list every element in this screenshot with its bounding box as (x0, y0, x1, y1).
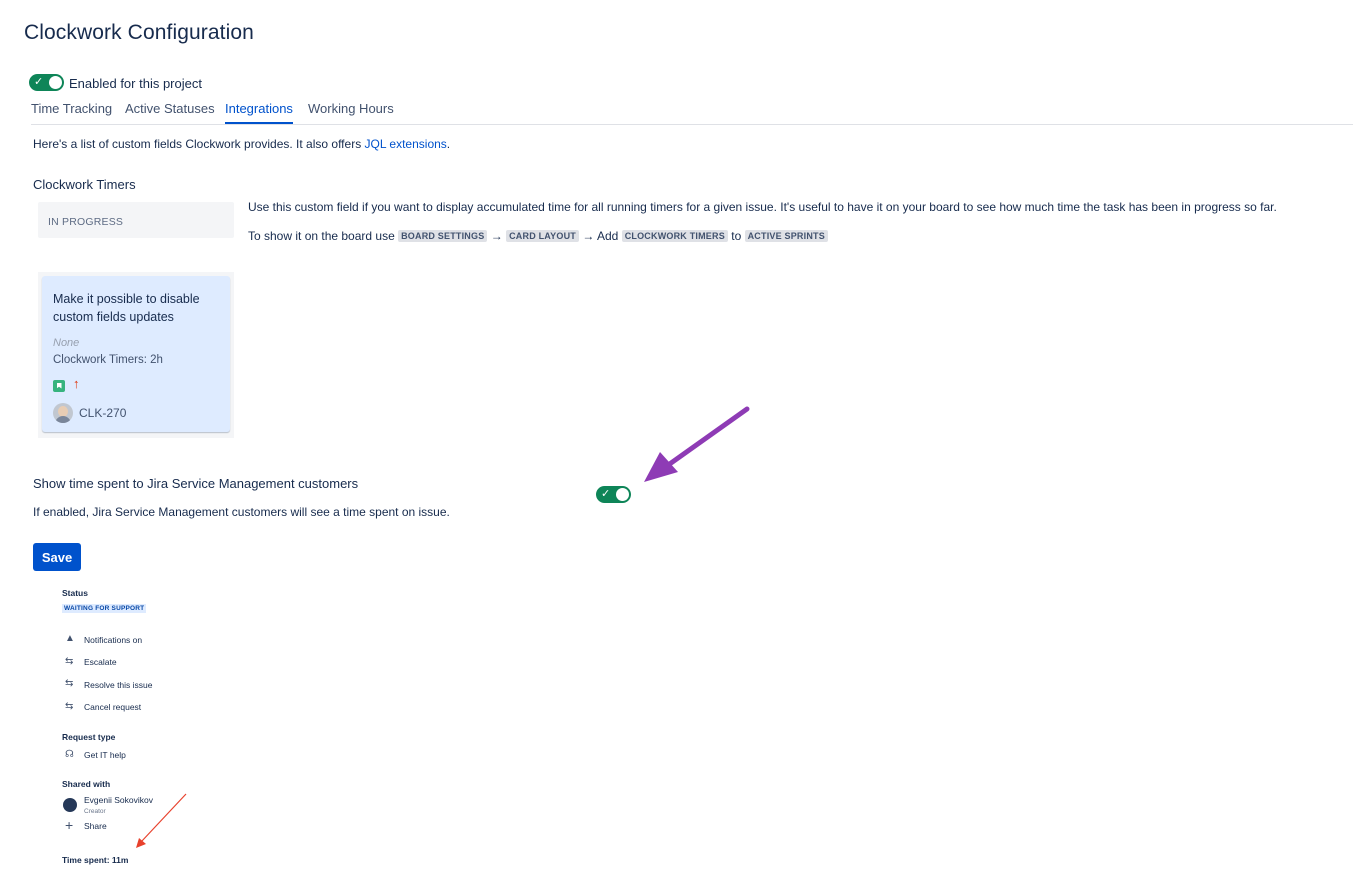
tab-time-tracking[interactable]: Time Tracking (31, 101, 112, 116)
intro-text: Here's a list of custom fields Clockwork… (33, 137, 451, 151)
jsm-time-spent-toggle[interactable]: ✓ (596, 486, 631, 503)
card-layout-lozenge: CARD LAYOUT (506, 230, 579, 242)
column-name: IN PROGRESS (48, 216, 124, 228)
tab-bar: Time Tracking Active Statuses Integratio… (31, 101, 1353, 125)
cancel-request-action: Cancel request (84, 702, 142, 712)
board-card-preview: Make it possible to disable custom field… (38, 272, 234, 438)
page-title: Clockwork Configuration (24, 21, 254, 44)
avatar (53, 403, 73, 423)
shared-user-role: Creator (84, 808, 106, 815)
board-settings-lozenge: BOARD SETTINGS (398, 230, 488, 242)
check-icon: ✓ (601, 488, 611, 500)
save-button[interactable]: Save (33, 543, 81, 571)
resolve-action: Resolve this issue (84, 680, 153, 690)
bell-icon: ▲ (65, 633, 75, 644)
card-title: Make it possible to disable custom field… (53, 292, 200, 324)
status-label: Status (62, 588, 88, 598)
story-icon (53, 380, 65, 392)
transition-icon: ⇆ (65, 656, 74, 667)
clockwork-timers-heading: Clockwork Timers (33, 177, 136, 192)
annotation-arrow-icon (136, 793, 187, 848)
transition-icon: ⇆ (65, 678, 74, 689)
toggle-knob (49, 76, 62, 89)
issue-card: Make it possible to disable custom field… (42, 276, 230, 432)
arrow-up-icon: ↑ (73, 376, 80, 391)
status-badge: WAITING FOR SUPPORT (62, 604, 147, 613)
clockwork-timers-lozenge: CLOCKWORK TIMERS (621, 230, 728, 242)
request-type-label: Request type (62, 732, 116, 742)
transition-icon: ⇆ (65, 701, 74, 712)
timers-description: Use this custom field if you want to dis… (248, 200, 1277, 214)
project-enabled-label: Enabled for this project (69, 76, 202, 91)
card-clockwork-timers: Clockwork Timers: 2h (53, 354, 163, 366)
project-enabled-toggle[interactable]: ✓ (29, 74, 64, 91)
plus-icon: + (65, 817, 74, 833)
share-action: Share (84, 821, 107, 831)
tab-working-hours[interactable]: Working Hours (308, 101, 394, 116)
shared-with-label: Shared with (62, 779, 111, 789)
tab-integrations[interactable]: Integrations (225, 101, 293, 124)
card-field-none: None (53, 337, 80, 349)
timers-instructions: To show it on the board use BOARD SETTIN… (248, 229, 828, 243)
annotation-arrow-icon (644, 406, 750, 482)
board-column-header: IN PROGRESS (38, 202, 234, 238)
toggle-knob (616, 488, 629, 501)
avatar (63, 798, 77, 812)
escalate-action: Escalate (84, 657, 117, 667)
jql-extensions-link[interactable]: JQL extensions (365, 137, 447, 151)
notifications-action: Notifications on (84, 635, 143, 645)
tab-divider (31, 124, 1353, 125)
active-sprints-lozenge: ACTIVE SPRINTS (744, 230, 828, 242)
jsm-heading: Show time spent to Jira Service Manageme… (33, 476, 359, 491)
time-spent-value: Time spent: 11m (62, 855, 129, 865)
request-type-value: Get IT help (84, 750, 126, 760)
headset-icon: ☊ (65, 749, 74, 760)
check-icon: ✓ (34, 76, 44, 88)
card-issue-key: CLK-270 (79, 406, 127, 420)
tab-active-statuses[interactable]: Active Statuses (125, 101, 215, 116)
jsm-description: If enabled, Jira Service Management cust… (33, 505, 450, 519)
